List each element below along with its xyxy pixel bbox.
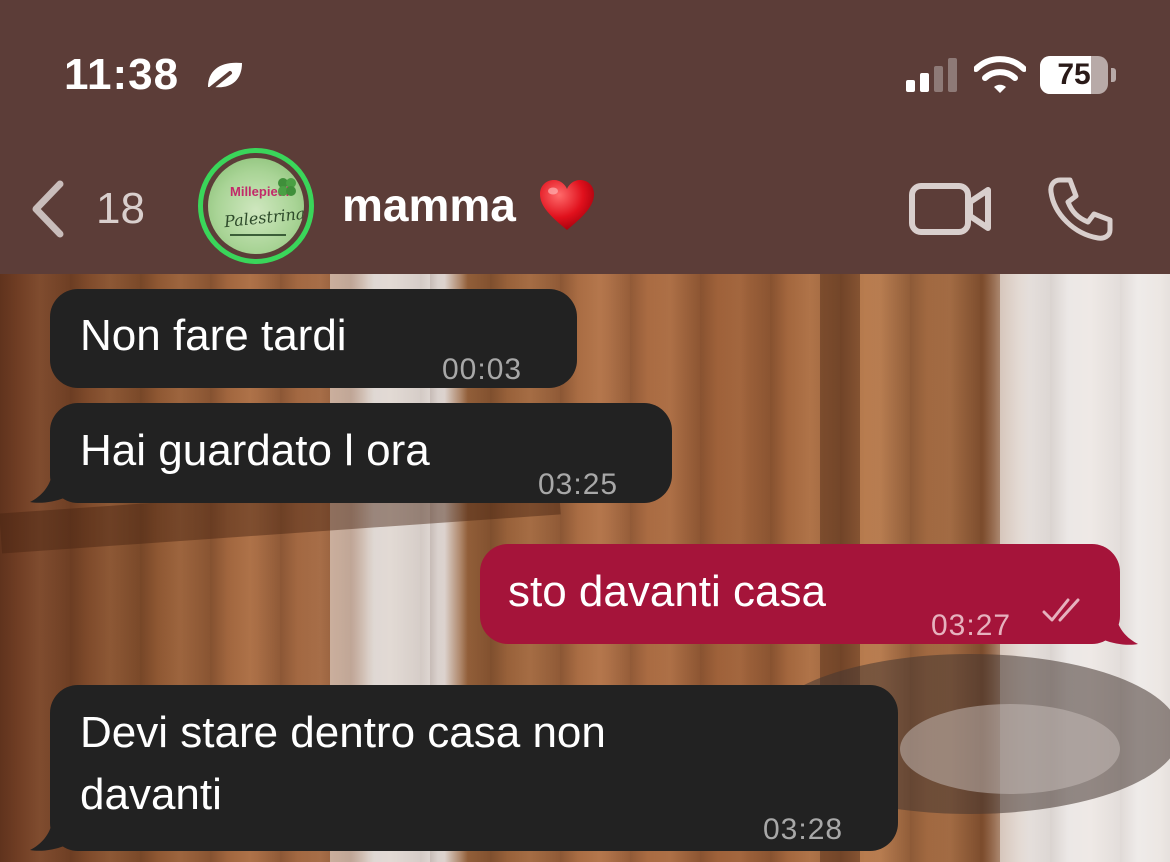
battery-percentage: 75: [1057, 58, 1091, 91]
message-bubble-incoming[interactable]: Devi stare dentro casa non davanti 03:28: [50, 685, 898, 851]
unread-count[interactable]: 18: [96, 184, 145, 234]
wifi-icon: [974, 56, 1026, 93]
avatar-image: Millepiedi Palestrina: [208, 158, 304, 254]
message-time: 03:27: [931, 609, 1012, 642]
chat-area[interactable]: Non fare tardi 00:03 Hai guardato l ora …: [0, 274, 1170, 862]
message-time: 03:25: [538, 468, 619, 501]
video-call-icon[interactable]: [908, 180, 994, 238]
message-bubble-outgoing[interactable]: sto davanti casa 03:27: [480, 544, 1120, 644]
message-text: sto davanti casa: [508, 567, 826, 616]
contact-name[interactable]: mamma: [342, 178, 516, 232]
read-ticks-icon: [1042, 598, 1080, 622]
signal-icon: [906, 58, 957, 92]
message-bubble-incoming[interactable]: Non fare tardi 00:03: [50, 289, 577, 388]
bubble-tail: [30, 474, 64, 503]
message-time: 00:03: [442, 353, 523, 386]
bubble-tail: [30, 822, 64, 851]
message-text: Hai guardato l ora: [80, 426, 430, 475]
avatar-script-text: Palestrina: [223, 203, 304, 232]
message-text: Devi stare dentro casa non davanti: [80, 708, 606, 819]
avatar[interactable]: Millepiedi Palestrina: [198, 148, 314, 264]
status-time: 11:38: [64, 50, 180, 99]
leaf-icon: [208, 62, 242, 91]
message-time: 03:28: [763, 813, 844, 846]
chat-header: 11:38 75 18 Millepiedi Palestrina mamma: [0, 0, 1170, 274]
message-bubble-incoming[interactable]: Hai guardato l ora 03:25: [50, 403, 672, 503]
message-text: Non fare tardi: [80, 311, 347, 360]
phone-call-icon[interactable]: [1046, 176, 1114, 242]
bubble-tail: [1104, 616, 1138, 645]
battery-icon: 75: [1040, 56, 1116, 94]
heart-icon: [540, 180, 594, 230]
clover-icon: [278, 178, 296, 196]
back-chevron-icon[interactable]: [28, 180, 68, 238]
